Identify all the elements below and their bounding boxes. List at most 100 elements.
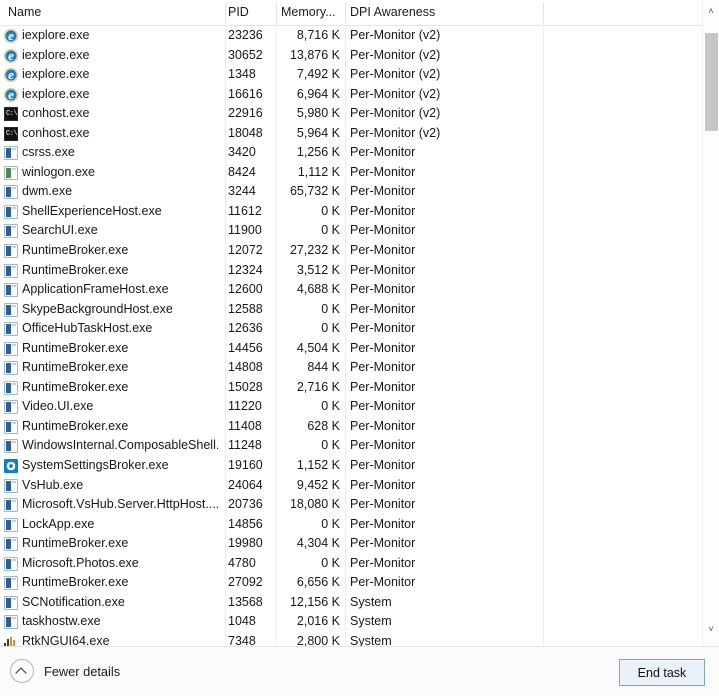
cell-name: LockApp.exe	[22, 516, 95, 531]
cell-pid: 19160	[228, 458, 263, 473]
cell-pid: 1348	[228, 67, 256, 82]
table-row[interactable]: RuntimeBroker.exe 14456 4,504 K Per-Monitor	[0, 339, 719, 359]
table-row[interactable]: dwm.exe 3244 65,732 K Per-Monitor	[0, 182, 719, 202]
scrollbar-thumb[interactable]	[705, 33, 718, 131]
table-row[interactable]: VsHub.exe 24064 9,452 K Per-Monitor	[0, 476, 719, 496]
cell-name: ShellExperienceHost.exe	[22, 203, 162, 218]
cell-pid: 27092	[228, 575, 263, 590]
chevron-up-icon	[10, 659, 34, 683]
cell-pid: 19980	[228, 536, 263, 551]
table-row[interactable]: RuntimeBroker.exe 12324 3,512 K Per-Monitor	[0, 261, 719, 281]
app-icon	[4, 380, 18, 395]
cell-dpi: Per-Monitor	[350, 575, 416, 590]
cell-name: VsHub.exe	[22, 477, 84, 492]
app-icon	[4, 419, 18, 434]
cell-dpi: Per-Monitor	[350, 418, 416, 433]
cell-name: SystemSettingsBroker.exe	[22, 458, 169, 473]
table-row[interactable]: taskhostw.exe 1048 2,016 K System	[0, 612, 719, 632]
cell-name: taskhostw.exe	[22, 614, 101, 629]
cell-dpi: Per-Monitor (v2)	[350, 125, 441, 140]
cell-memory: 0 K	[321, 399, 340, 414]
table-row[interactable]: Video.UI.exe 11220 0 K Per-Monitor	[0, 397, 719, 417]
table-row[interactable]: SkypeBackgroundHost.exe 12588 0 K Per-Monit…	[0, 300, 719, 320]
scroll-up-arrow-icon[interactable]: ˄	[703, 2, 719, 20]
cell-name: RuntimeBroker.exe	[22, 243, 129, 258]
cell-name: RuntimeBroker.exe	[22, 536, 129, 551]
table-row[interactable]: Microsoft.Photos.exe 4780 0 K Per-Monitor	[0, 554, 719, 574]
cell-pid: 4780	[228, 555, 256, 570]
cell-pid: 14856	[228, 516, 263, 531]
cell-name: ApplicationFrameHost.exe	[22, 282, 169, 297]
console-icon	[4, 126, 18, 141]
table-row[interactable]: RuntimeBroker.exe 27092 6,656 K Per-Monitor	[0, 573, 719, 593]
cell-memory: 4,688 K	[296, 282, 340, 297]
table-row[interactable]: RuntimeBroker.exe 14808 844 K Per-Monitor	[0, 358, 719, 378]
app-icon	[4, 595, 18, 610]
column-divider-1[interactable]	[225, 3, 226, 23]
table-row[interactable]: RuntimeBroker.exe 11408 628 K Per-Monitor	[0, 417, 719, 437]
cell-name: conhost.exe	[22, 106, 90, 121]
cell-dpi: Per-Monitor	[350, 399, 416, 414]
cell-pid: 3244	[228, 184, 256, 199]
cell-dpi: Per-Monitor (v2)	[350, 86, 441, 101]
table-row[interactable]: ShellExperienceHost.exe 11612 0 K Per-Monit…	[0, 202, 719, 222]
column-header-name[interactable]: Name	[8, 0, 218, 25]
table-row[interactable]: iexplore.exe 1348 7,492 K Per-Monitor (v2)	[0, 65, 719, 85]
cell-memory: 8,716 K	[296, 28, 340, 42]
table-row[interactable]: csrss.exe 3420 1,256 K Per-Monitor	[0, 143, 719, 163]
cell-memory: 1,256 K	[296, 145, 340, 160]
table-row[interactable]: iexplore.exe 23236 8,716 K Per-Monitor (v2)	[0, 26, 719, 46]
fewer-details-button[interactable]: Fewer details	[10, 658, 120, 684]
cell-memory: 6,964 K	[296, 86, 340, 101]
cell-dpi: System	[350, 633, 392, 646]
cell-memory: 1,112 K	[297, 164, 340, 179]
table-row[interactable]: conhost.exe 18048 5,964 K Per-Monitor (v2)	[0, 124, 719, 144]
table-row[interactable]: RuntimeBroker.exe 12072 27,232 K Per-Monito…	[0, 241, 719, 261]
table-row[interactable]: SystemSettingsBroker.exe 19160 1,152 K Per-…	[0, 456, 719, 476]
column-divider-3[interactable]	[345, 3, 346, 23]
app-icon	[4, 322, 18, 337]
table-row[interactable]: SCNotification.exe 13568 12,156 K System	[0, 593, 719, 613]
cell-dpi: Per-Monitor	[350, 458, 416, 473]
table-row[interactable]: winlogon.exe 8424 1,112 K Per-Monitor	[0, 163, 719, 183]
table-row[interactable]: iexplore.exe 30652 13,876 K Per-Monitor (v2…	[0, 46, 719, 66]
cell-memory: 0 K	[321, 321, 340, 336]
table-row[interactable]: SearchUI.exe 11900 0 K Per-Monitor	[0, 221, 719, 241]
cell-dpi: Per-Monitor (v2)	[350, 106, 441, 121]
app-icon-green	[4, 165, 18, 180]
cell-memory: 18,080 K	[289, 497, 340, 512]
table-row[interactable]: LockApp.exe 14856 0 K Per-Monitor	[0, 515, 719, 535]
cell-name: RuntimeBroker.exe	[22, 340, 129, 355]
table-row[interactable]: iexplore.exe 16616 6,964 K Per-Monitor (v2)	[0, 85, 719, 105]
table-row[interactable]: RuntimeBroker.exe 19980 4,304 K Per-Monitor	[0, 534, 719, 554]
vertical-scrollbar[interactable]: ˄ ˅	[702, 0, 719, 646]
cell-name: Microsoft.VsHub.Server.HttpHost....	[22, 497, 218, 512]
cell-pid: 14456	[228, 340, 263, 355]
column-header-memory[interactable]: Memory...	[281, 0, 341, 25]
cell-pid: 12588	[228, 301, 263, 316]
table-row[interactable]: WindowsInternal.ComposableShell... 11248 0…	[0, 436, 719, 456]
app-icon	[4, 204, 18, 219]
cell-pid: 14808	[228, 360, 263, 375]
column-divider-4[interactable]	[543, 3, 544, 23]
cell-memory: 0 K	[321, 438, 340, 453]
table-row[interactable]: Microsoft.VsHub.Server.HttpHost.... 20736…	[0, 495, 719, 515]
column-header-pid[interactable]: PID	[228, 0, 274, 25]
end-task-button[interactable]: End task	[619, 659, 705, 686]
table-row[interactable]: conhost.exe 22916 5,980 K Per-Monitor (v2)	[0, 104, 719, 124]
column-header-dpi-awareness[interactable]: DPI Awareness	[350, 0, 540, 25]
cell-dpi: Per-Monitor	[350, 477, 416, 492]
table-row[interactable]: OfficeHubTaskHost.exe 12636 0 K Per-Monitor	[0, 319, 719, 339]
cell-pid: 30652	[228, 47, 263, 62]
scroll-down-arrow-icon[interactable]: ˅	[703, 620, 719, 638]
table-row[interactable]: ApplicationFrameHost.exe 12600 4,688 K Per-…	[0, 280, 719, 300]
cell-dpi: Per-Monitor	[350, 340, 416, 355]
cell-memory: 3,512 K	[296, 262, 340, 277]
table-row[interactable]: RtkNGUI64.exe 7348 2,800 K System	[0, 632, 719, 646]
column-divider-2[interactable]	[276, 3, 277, 23]
console-icon	[4, 107, 18, 122]
cell-dpi: Per-Monitor	[350, 262, 416, 277]
cell-pid: 16616	[228, 86, 263, 101]
cell-dpi: Per-Monitor	[350, 555, 416, 570]
table-row[interactable]: RuntimeBroker.exe 15028 2,716 K Per-Monitor	[0, 378, 719, 398]
